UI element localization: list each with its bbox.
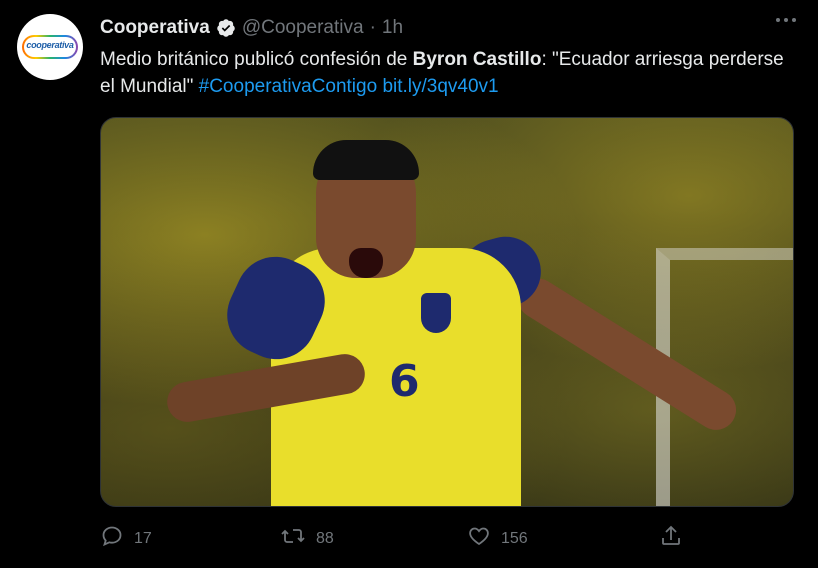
share-icon [659, 524, 683, 553]
url-link[interactable]: bit.ly/3qv40v1 [382, 76, 498, 97]
like-count: 156 [501, 529, 528, 547]
like-button[interactable]: 156 [467, 524, 528, 553]
jersey-crest [421, 293, 451, 333]
cooperativa-logo: cooperativa [22, 35, 78, 59]
author-name[interactable]: Cooperativa [100, 17, 210, 39]
tweet-text: Medio británico publicó confesión de Byr… [100, 46, 790, 100]
author-handle[interactable]: @Cooperativa [242, 17, 364, 39]
retweet-count: 88 [316, 529, 334, 547]
tweet-time[interactable]: 1h [382, 17, 403, 39]
avatar[interactable]: cooperativa [17, 14, 83, 80]
player-hair [313, 140, 419, 180]
tweet-text-part1: Medio británico publicó confesión de [100, 49, 413, 70]
hashtag-link[interactable]: #CooperativaContigo [199, 76, 378, 97]
more-icon[interactable] [776, 18, 796, 22]
logo-subtext [49, 50, 50, 54]
share-button[interactable] [659, 524, 683, 553]
player-mouth [349, 248, 383, 278]
retweet-icon [280, 524, 306, 553]
like-icon [467, 524, 491, 553]
tweet-actions: 17 88 156 [100, 524, 700, 554]
retweet-button[interactable]: 88 [280, 524, 334, 553]
tweet-header: Cooperativa @Cooperativa · 1h [100, 17, 788, 39]
reply-icon [100, 524, 124, 553]
reply-count: 17 [134, 529, 152, 547]
separator-dot: · [369, 17, 376, 38]
tweet-photo[interactable]: 6 [100, 117, 794, 507]
jersey-number: 6 [389, 356, 420, 407]
reply-button[interactable]: 17 [100, 524, 152, 553]
verified-badge-icon [216, 18, 236, 38]
tweet-text-bold: Byron Castillo [412, 49, 542, 70]
